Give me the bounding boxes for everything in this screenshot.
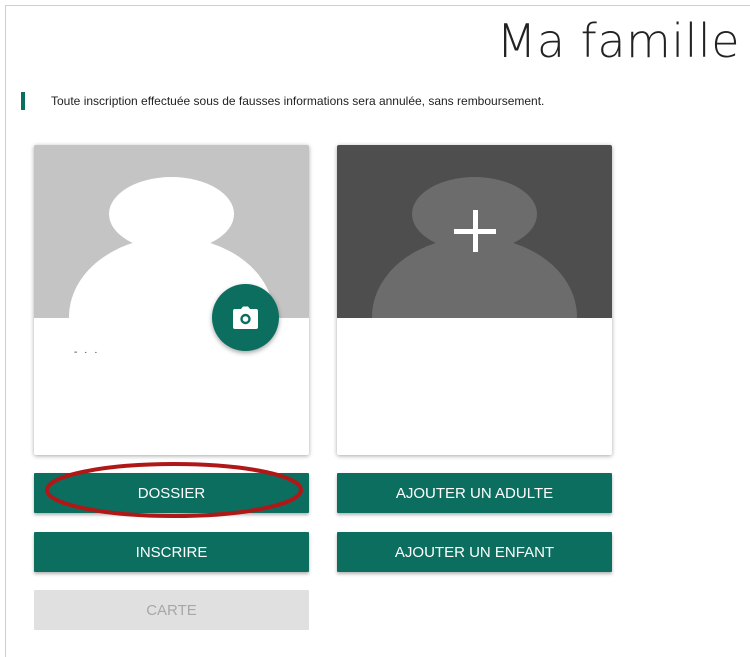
notice-text: Toute inscription effectuée sous de faus… (51, 94, 545, 108)
carte-button[interactable]: CARTE (34, 590, 309, 630)
add-member-card[interactable] (337, 145, 612, 455)
avatar-placeholder (337, 145, 612, 318)
inscrire-button[interactable]: INSCRIRE (34, 532, 309, 572)
add-child-button[interactable]: AJOUTER UN ENFANT (337, 532, 612, 572)
member-name: - · · (74, 347, 100, 358)
page-title: Ma famille (496, 14, 740, 68)
notice-accent-bar (21, 92, 25, 110)
notice: Toute inscription effectuée sous de faus… (21, 92, 721, 110)
dossier-button[interactable]: DOSSIER (34, 473, 309, 513)
change-photo-button[interactable] (212, 284, 279, 351)
camera-icon (233, 306, 258, 329)
add-adult-button[interactable]: AJOUTER UN ADULTE (337, 473, 612, 513)
